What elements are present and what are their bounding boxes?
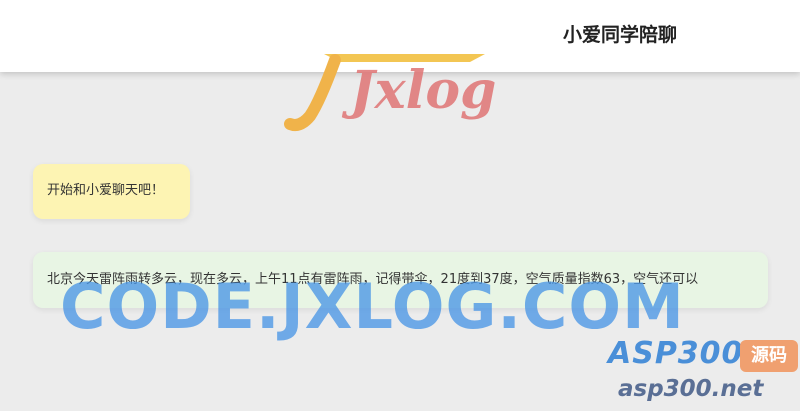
badge-tag: 源码 [740, 340, 798, 372]
asp300-watermark-badge: ASP300 源码 asp300.net [600, 330, 800, 411]
page-title: 小爱同学陪聊 [562, 24, 677, 46]
logo-graphic: Jxlog [284, 54, 496, 131]
jxlog-logo: Jxlog [280, 46, 510, 132]
message-text: 开始和小爱聊天吧！ [47, 183, 165, 198]
chat-message-welcome: 开始和小爱聊天吧！ [33, 164, 190, 219]
badge-url: asp300.net [618, 376, 764, 402]
badge-brand: ASP300 [608, 336, 744, 371]
logo-text: Jxlog [341, 60, 496, 121]
